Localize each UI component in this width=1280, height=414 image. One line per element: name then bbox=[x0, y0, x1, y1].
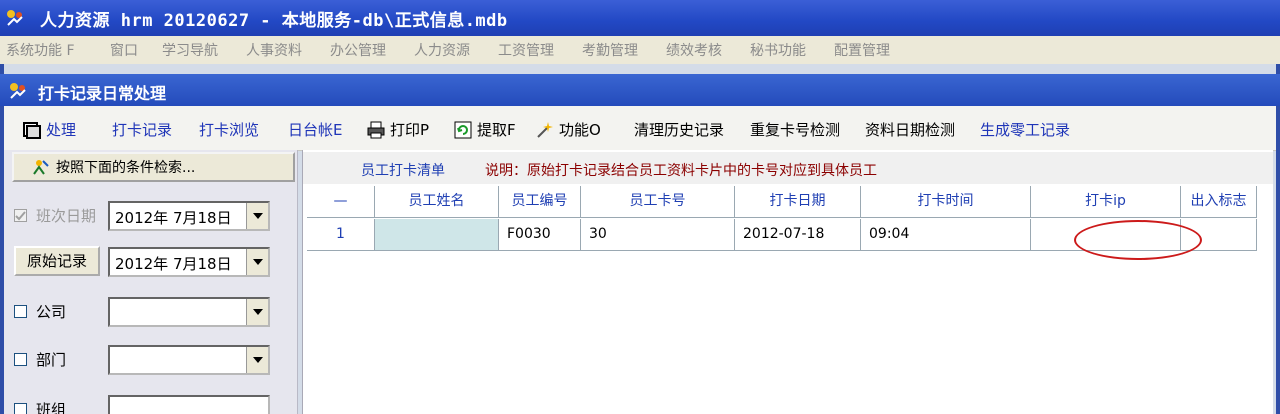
annotation-ellipse bbox=[1074, 220, 1202, 260]
clock-browse-button[interactable]: 打卡浏览 bbox=[199, 119, 259, 140]
column-header-index[interactable]: — bbox=[307, 186, 375, 218]
menu-personnel[interactable]: 人事资料 bbox=[246, 40, 302, 60]
column-header-card[interactable]: 员工卡号 bbox=[581, 186, 735, 218]
column-header-id[interactable]: 员工编号 bbox=[499, 186, 581, 218]
wizard-icon bbox=[537, 121, 553, 138]
shift-date-picker[interactable]: 2012年 7月18日 bbox=[108, 201, 270, 231]
group-row: 班组 bbox=[4, 394, 297, 414]
clock-record-button[interactable]: 打卡记录 bbox=[112, 119, 172, 140]
filter-panel: 按照下面的条件检索... 班次日期 2012年 7月18日 原始记录 2012年… bbox=[4, 150, 298, 414]
group-select[interactable] bbox=[108, 395, 270, 414]
clean-history-button[interactable]: 清理历史记录 bbox=[634, 119, 724, 140]
clock-list-panel: 员工打卡清单 说明：原始打卡记录结合员工资料卡片中的卡号对应到具体员工 — 员工… bbox=[302, 150, 1273, 414]
child-title-bar: 打卡记录日常处理 bbox=[0, 74, 1280, 106]
department-row: 部门 bbox=[4, 344, 297, 376]
chevron-down-icon[interactable] bbox=[246, 347, 268, 373]
menu-config[interactable]: 配置管理 bbox=[834, 40, 890, 60]
menu-hr[interactable]: 人力资源 bbox=[414, 40, 470, 60]
menu-learning[interactable]: 学习导航 bbox=[162, 40, 218, 60]
clock-time-cell: 09:04 bbox=[861, 219, 1031, 251]
search-person-icon bbox=[33, 160, 49, 175]
list-title: 员工打卡清单 bbox=[361, 163, 445, 179]
print-button[interactable]: 打印P bbox=[366, 119, 429, 140]
chevron-down-icon[interactable] bbox=[246, 249, 268, 275]
raw-record-row: 原始记录 2012年 7月18日 bbox=[4, 246, 297, 278]
window-title: 人力资源 hrm 20120627 - 本地服务-db\正式信息.mdb bbox=[40, 11, 508, 31]
child-app-icon bbox=[10, 83, 26, 99]
menu-bar: 系统功能 F 窗口 学习导航 人事资料 办公管理 人力资源 工资管理 考勤管理 … bbox=[0, 36, 1280, 65]
shift-date-row: 班次日期 2012年 7月18日 bbox=[4, 200, 297, 232]
menu-office[interactable]: 办公管理 bbox=[330, 40, 386, 60]
main-title-bar: 人力资源 hrm 20120627 - 本地服务-db\正式信息.mdb bbox=[0, 0, 1280, 36]
chevron-down-icon[interactable] bbox=[246, 299, 268, 325]
column-header-date[interactable]: 打卡日期 bbox=[735, 186, 861, 218]
menu-secretary[interactable]: 秘书功能 bbox=[750, 40, 806, 60]
app-icon bbox=[7, 10, 23, 26]
company-label: 公司 bbox=[36, 303, 67, 321]
employee-id-cell: F0030 bbox=[499, 219, 581, 251]
department-select[interactable] bbox=[108, 345, 270, 375]
generate-temp-record-button[interactable]: 生成零工记录 bbox=[980, 119, 1070, 140]
search-conditions-button[interactable]: 按照下面的条件检索... bbox=[12, 152, 295, 182]
department-checkbox[interactable] bbox=[14, 353, 27, 366]
column-header-time[interactable]: 打卡时间 bbox=[861, 186, 1031, 218]
date-check-button[interactable]: 资料日期检测 bbox=[865, 119, 955, 140]
raw-record-button[interactable]: 原始记录 bbox=[14, 246, 100, 276]
row-index: 1 bbox=[307, 219, 375, 251]
function-button[interactable]: 功能O bbox=[535, 119, 601, 140]
menu-attendance[interactable]: 考勤管理 bbox=[582, 40, 638, 60]
employee-name-cell bbox=[375, 219, 499, 251]
menu-performance[interactable]: 绩效考核 bbox=[666, 40, 722, 60]
menu-window[interactable]: 窗口 bbox=[110, 40, 138, 60]
company-checkbox[interactable] bbox=[14, 305, 27, 318]
check-icon bbox=[15, 211, 26, 221]
column-header-name[interactable]: 员工姓名 bbox=[375, 186, 499, 218]
raw-record-date-picker[interactable]: 2012年 7月18日 bbox=[108, 247, 270, 277]
menu-salary[interactable]: 工资管理 bbox=[498, 40, 554, 60]
process-icon bbox=[23, 121, 41, 139]
printer-icon bbox=[367, 121, 385, 138]
company-row: 公司 bbox=[4, 296, 297, 328]
extract-button[interactable]: 提取F bbox=[453, 119, 516, 140]
shift-date-label: 班次日期 bbox=[36, 207, 97, 225]
group-checkbox[interactable] bbox=[14, 403, 27, 414]
daily-ledger-button[interactable]: 日台帐E bbox=[288, 119, 342, 140]
list-header: 员工打卡清单 说明：原始打卡记录结合员工资料卡片中的卡号对应到具体员工 bbox=[303, 152, 1273, 184]
shift-date-checkbox[interactable] bbox=[14, 209, 27, 222]
company-select[interactable] bbox=[108, 297, 270, 327]
column-header-ip[interactable]: 打卡ip bbox=[1031, 186, 1181, 218]
menu-system[interactable]: 系统功能 F bbox=[6, 40, 75, 60]
duplicate-card-check-button[interactable]: 重复卡号检测 bbox=[750, 119, 840, 140]
column-header-inout[interactable]: 出入标志 bbox=[1181, 186, 1257, 218]
card-number-cell: 30 bbox=[581, 219, 735, 251]
process-button[interactable]: 处理 bbox=[22, 119, 76, 140]
chevron-down-icon[interactable] bbox=[246, 203, 268, 229]
department-label: 部门 bbox=[36, 351, 67, 369]
group-label: 班组 bbox=[36, 401, 67, 414]
clock-date-cell: 2012-07-18 bbox=[735, 219, 861, 251]
child-title: 打卡记录日常处理 bbox=[38, 84, 167, 103]
toolbar: 处理 打卡记录 打卡浏览 日台帐E 打印P 提取F 功能O 清理历史记录 重复卡… bbox=[4, 106, 1276, 151]
list-description: 说明：原始打卡记录结合员工资料卡片中的卡号对应到具体员工 bbox=[485, 163, 877, 179]
refresh-icon bbox=[454, 121, 472, 138]
